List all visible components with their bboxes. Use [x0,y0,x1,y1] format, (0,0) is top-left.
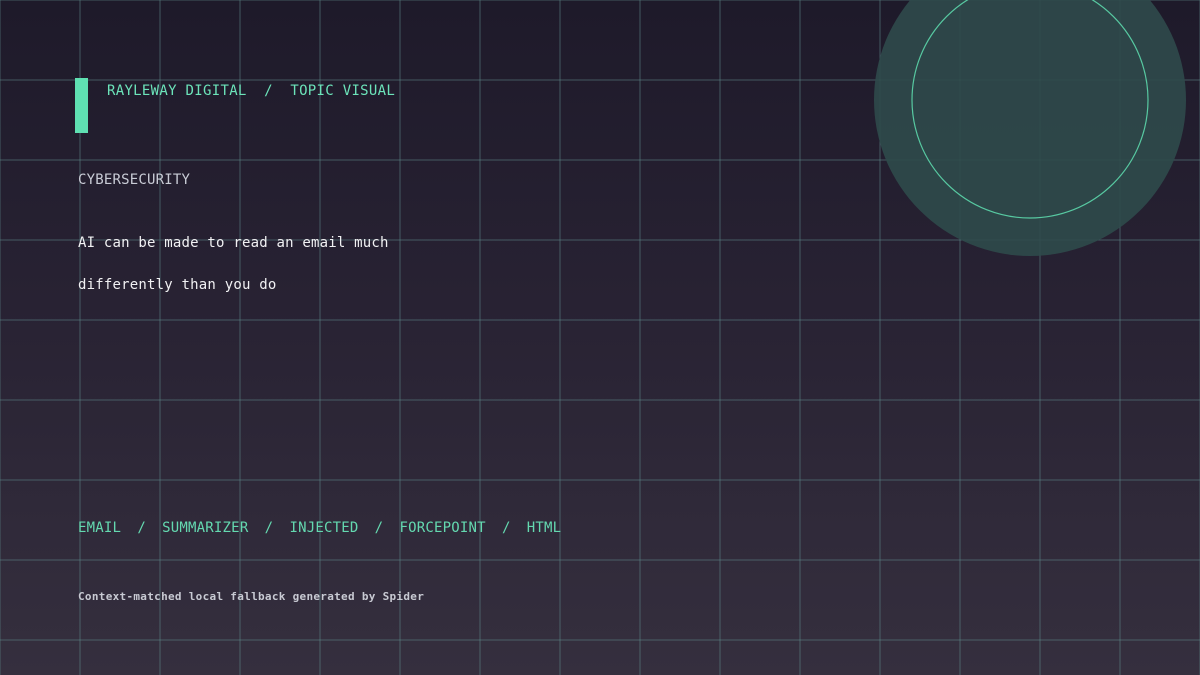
category-label: CYBERSECURITY [78,172,191,188]
section-name: TOPIC VISUAL [290,83,396,99]
brand-kicker: RAYLEWAY DIGITAL / TOPIC VISUAL [107,83,395,99]
tag-summarizer: SUMMARIZER [162,520,249,536]
tag-separator: / [137,520,146,536]
headline-line-2: differently than you do [78,277,277,293]
tag-separator: / [501,520,511,536]
tag-separator: / [374,520,384,536]
brand-name: RAYLEWAY DIGITAL [107,83,247,99]
tag-html: HTML [526,520,562,536]
tag-email: EMAIL [78,520,122,536]
headline-line-1: AI can be made to read an email much [78,235,389,251]
orb-decoration [874,0,1186,256]
tag-list: EMAIL / SUMMARIZER / INJECTED / FORCEPOINT / HTM… [78,520,561,536]
brand-separator: / [264,83,273,99]
accent-bar [75,78,88,133]
tag-injected: INJECTED [289,520,359,536]
headline: AI can be made to read an email much dif… [78,222,498,306]
tag-forcepoint: FORCEPOINT [399,520,486,536]
tag-separator: / [264,520,274,536]
footer-note: Context-matched local fallback generated… [78,590,425,603]
